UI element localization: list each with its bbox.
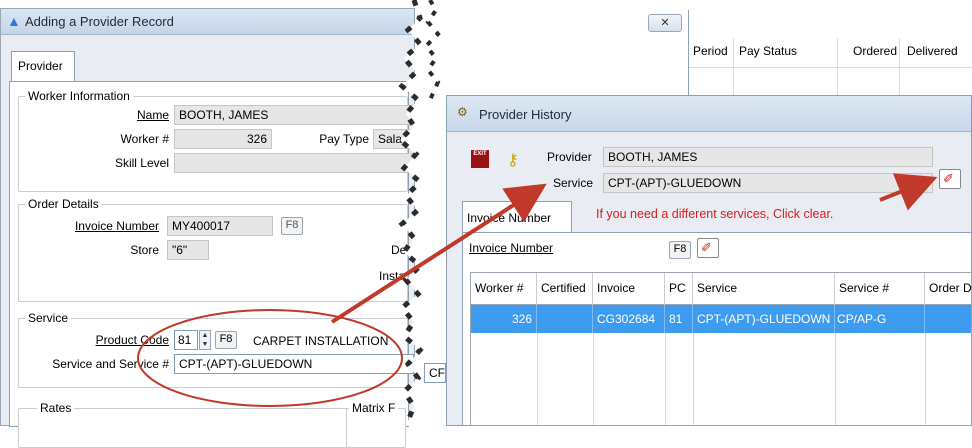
app-icon: ▲	[7, 13, 21, 29]
pay-type-label: Pay Type	[319, 132, 369, 146]
service-title: Service	[25, 311, 72, 325]
worker-info-title: Worker Information	[25, 89, 133, 103]
cell-order-date	[925, 305, 972, 333]
product-description: CARPET INSTALLATION	[253, 334, 389, 348]
grid-line	[835, 333, 836, 425]
service-field[interactable]: CPT-(APT)-GLUEDOWN	[603, 173, 933, 193]
product-code-label: Product Code	[95, 333, 169, 347]
ordered-header: Ordered	[853, 44, 898, 58]
history-grid: Worker # Certified Invoice PC Service Se…	[470, 272, 972, 426]
worker-info-group: Worker Information Name BOOTH, JAMES Wor…	[18, 89, 414, 192]
invoice-clear-button[interactable]: ✐	[697, 238, 719, 258]
service-label: Service	[553, 176, 594, 190]
eraser-icon: ✐	[943, 171, 954, 186]
cell-service-number: CP/AP-G	[835, 305, 925, 333]
invoice-number-label: Invoice Number	[74, 219, 159, 233]
order-details-title: Order Details	[25, 197, 102, 211]
invoice-number-label: Invoice Number	[469, 241, 554, 255]
cell-service: CPT-(APT)-GLUEDOWN	[693, 305, 835, 333]
tab-invoice-number[interactable]: Invoice Number	[462, 201, 572, 233]
product-code-field[interactable]: 81	[174, 330, 198, 350]
close-button[interactable]: ✕	[648, 14, 682, 32]
col-service[interactable]: Service	[693, 273, 835, 305]
col-pc[interactable]: PC	[665, 273, 693, 305]
col-invoice[interactable]: Invoice	[593, 273, 665, 305]
col-certified[interactable]: Certified	[537, 273, 593, 305]
tab-provider[interactable]: Provider	[11, 51, 75, 81]
delivered-header: Delivered	[907, 44, 958, 58]
grid-line	[693, 333, 694, 425]
skill-level-label: Skill Level	[114, 156, 169, 170]
grid-line	[537, 333, 538, 425]
product-code-spinner[interactable]: ▲ ▼	[199, 330, 211, 350]
table-row[interactable]: 326 CG302684 81 CPT-(APT)-GLUEDOWN CP/AP…	[471, 305, 971, 333]
col-worker[interactable]: Worker #	[471, 273, 537, 305]
order-details-group: Order Details Invoice Number MY400017 F8…	[18, 197, 408, 302]
background-grid-header: Period Pay Status Ordered Delivered	[689, 28, 972, 68]
invoice-number-field[interactable]: MY400017	[167, 216, 273, 236]
cell-pc: 81	[665, 305, 693, 333]
dialog-title: Adding a Provider Record	[25, 14, 174, 29]
service-extra-field: CF	[424, 363, 446, 383]
col-service-number[interactable]: Service #	[835, 273, 925, 305]
worker-number-label: Worker #	[120, 132, 169, 146]
col-order-date[interactable]: Order D	[925, 273, 972, 305]
torn-edge-top	[423, 0, 441, 100]
grid-line	[665, 333, 666, 425]
period-header: Period	[693, 44, 728, 58]
rates-title: Rates	[37, 401, 75, 415]
worker-number-field[interactable]: 326	[174, 129, 272, 149]
grid-line	[925, 333, 926, 425]
service-group: Service Product Code 81 ▲ ▼ F8 CARPET INS…	[18, 311, 414, 388]
provider-panel: Worker Information Name BOOTH, JAMES Wor…	[9, 81, 414, 448]
skill-level-field[interactable]	[174, 153, 414, 173]
invoice-f8-button[interactable]: F8	[281, 217, 303, 235]
provider-field[interactable]: BOOTH, JAMES	[603, 147, 933, 167]
cell-worker: 326	[471, 305, 537, 333]
clear-annotation: If you need a different services, Click …	[596, 207, 834, 221]
store-label: Store	[130, 243, 159, 257]
invoice-f8-button[interactable]: F8	[669, 241, 691, 259]
name-label: Name	[136, 108, 169, 122]
product-f8-button[interactable]: F8	[215, 331, 237, 349]
adding-provider-dialog: ▲ Adding a Provider Record Provider Work…	[0, 8, 415, 448]
grid-header: Worker # Certified Invoice PC Service Se…	[471, 273, 972, 305]
store-field[interactable]: "6"	[167, 240, 209, 260]
pay-status-header: Pay Status	[739, 44, 798, 58]
clear-button[interactable]: ✐	[939, 169, 961, 189]
name-field[interactable]: BOOTH, JAMES	[174, 105, 414, 125]
cell-invoice: CG302684	[593, 305, 665, 333]
history-icon: ⚙	[457, 105, 468, 119]
rates-group: Rates	[18, 401, 348, 448]
key-icon[interactable]: ⚷	[507, 150, 519, 170]
cell-certified	[537, 305, 593, 333]
dialog-titlebar: ▲ Adding a Provider Record	[1, 9, 414, 35]
exit-button[interactable]: EXIT	[471, 150, 489, 168]
history-title: Provider History	[479, 107, 572, 122]
service-field[interactable]: CPT-(APT)-GLUEDOWN	[174, 354, 414, 374]
service-label: Service and Service #	[52, 357, 169, 371]
eraser-icon: ✐	[701, 240, 712, 255]
grid-line	[593, 333, 594, 425]
history-titlebar: ⚙ Provider History	[447, 96, 971, 132]
provider-label: Provider	[547, 150, 592, 164]
